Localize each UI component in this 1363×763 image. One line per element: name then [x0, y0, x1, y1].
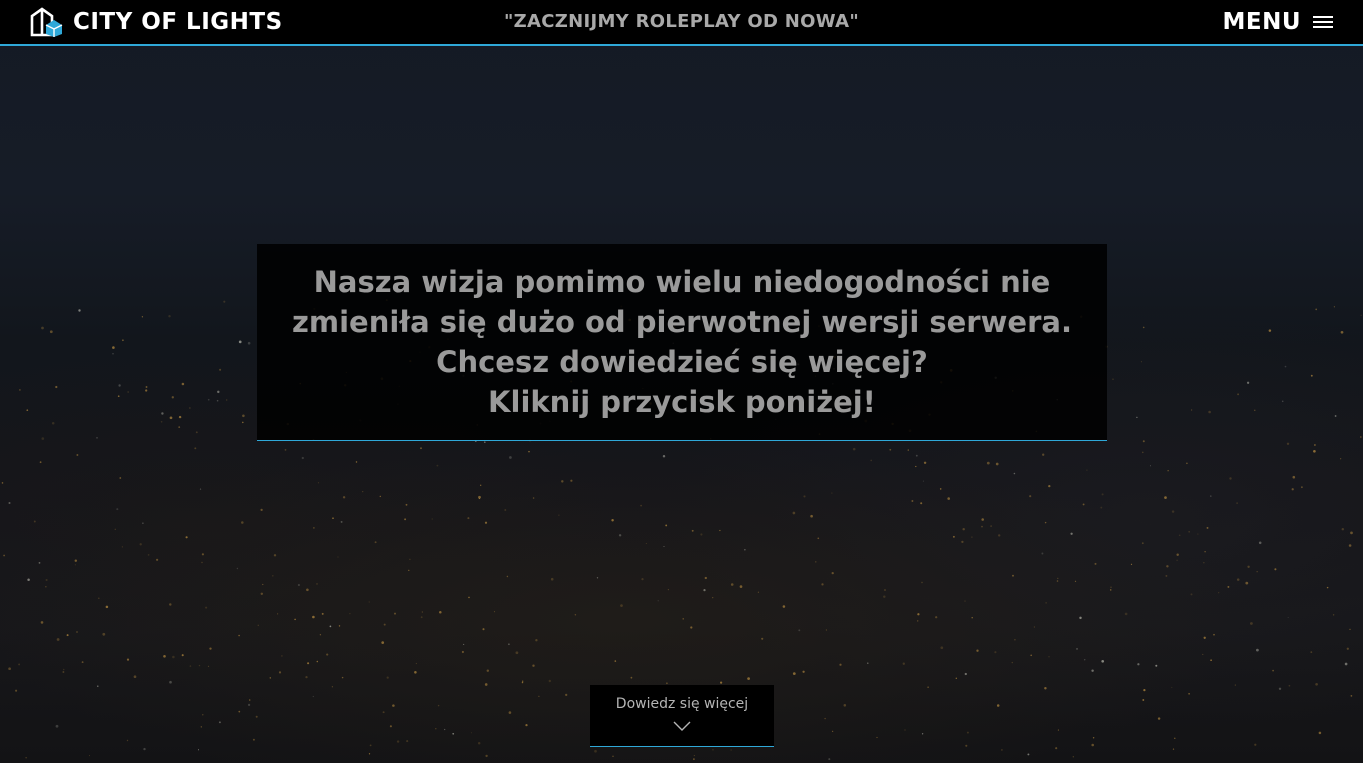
hero-text-box: Nasza wizja pomimo wielu niedogodności n… [257, 244, 1107, 441]
city-logo-icon [30, 7, 63, 37]
brand-home-link[interactable]: CITY OF LIGHTS [30, 7, 283, 37]
menu-button[interactable]: MENU [1222, 7, 1333, 37]
page: CITY OF LIGHTS "ZACZNIJMY ROLEPLAY OD NO… [0, 0, 1363, 763]
hero-line: Kliknij przycisk poniżej! [488, 385, 876, 419]
chevron-down-icon [673, 721, 691, 731]
hamburger-menu-icon [1313, 16, 1333, 28]
brand-name: CITY OF LIGHTS [73, 9, 283, 35]
learn-more-button[interactable]: Dowiedz się więcej [590, 685, 774, 747]
hero-line: Chcesz dowiedzieć się więcej? [436, 345, 928, 379]
top-navbar: CITY OF LIGHTS "ZACZNIJMY ROLEPLAY OD NO… [0, 0, 1363, 46]
hero-line: Nasza wizja pomimo wielu niedogodności n… [313, 265, 1051, 299]
hero-line: zmieniła się dużo od pierwotnej wersji s… [292, 305, 1072, 339]
hero-message: Nasza wizja pomimo wielu niedogodności n… [292, 262, 1072, 422]
menu-label: MENU [1222, 9, 1301, 35]
learn-more-label: Dowiedz się więcej [615, 696, 749, 712]
